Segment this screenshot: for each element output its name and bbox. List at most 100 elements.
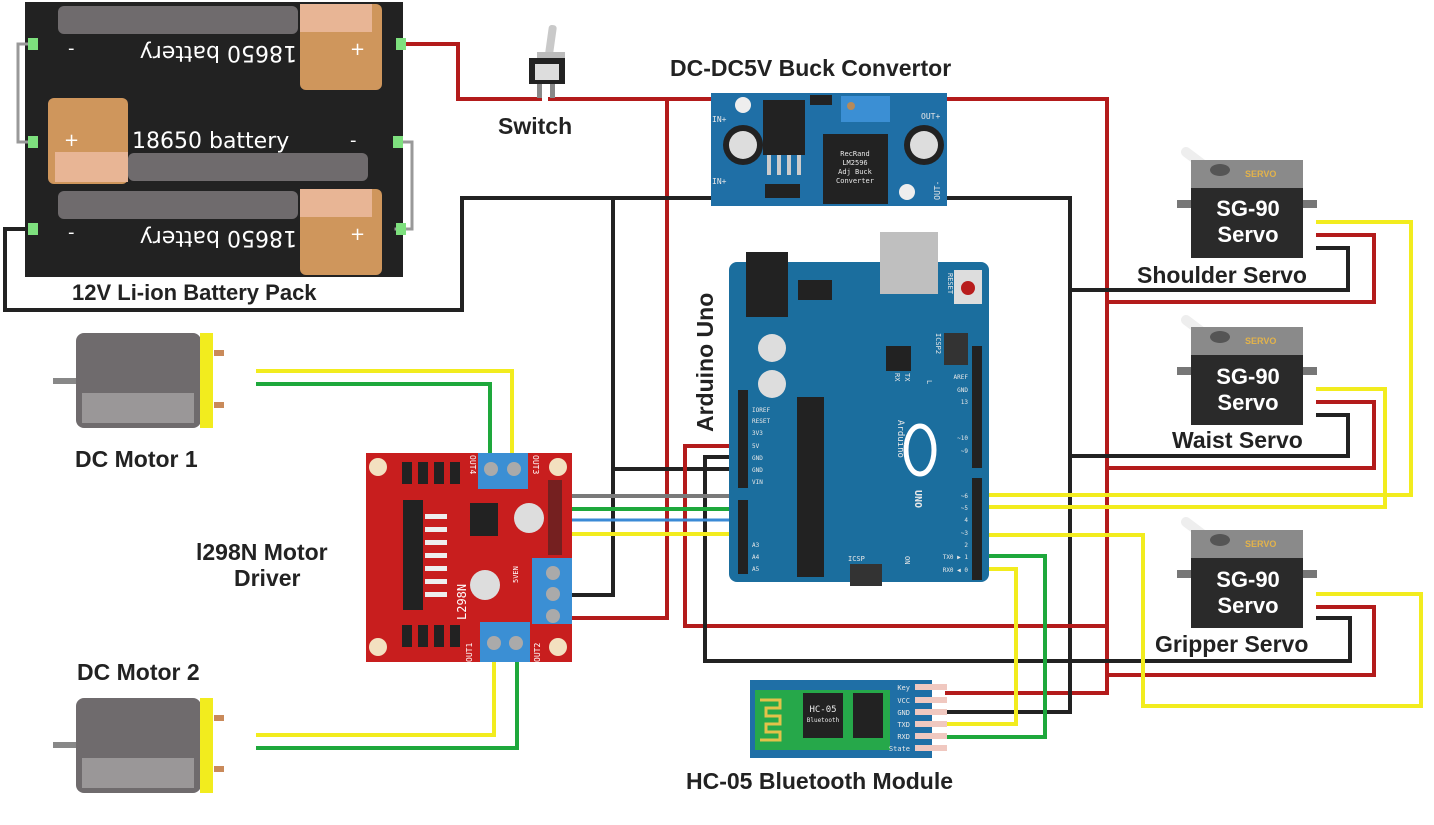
buck-chip-text: Converter bbox=[836, 177, 874, 185]
toggle-switch[interactable]: Switch bbox=[498, 24, 572, 139]
buck-converter: DC-DC5V Buck Convertor RecRand LM2596 Ad… bbox=[670, 55, 951, 206]
buck-pin-out-minus: OUT- bbox=[933, 181, 942, 200]
battery-cell-text: 18650 battery bbox=[140, 225, 297, 250]
digital-pin: TX0 ▶ 1 bbox=[943, 554, 969, 561]
dc-motor-1: DC Motor 1 bbox=[53, 333, 224, 472]
digital-pin: ~5 bbox=[961, 505, 969, 512]
arduino-reset: RESET bbox=[946, 273, 954, 295]
battery-minus: - bbox=[68, 222, 75, 243]
digital-pin: ~6 bbox=[961, 493, 969, 500]
switch-label: Switch bbox=[498, 113, 572, 139]
arduino-label: Arduino Uno bbox=[692, 293, 718, 432]
battery-minus: - bbox=[68, 38, 75, 59]
digital-pin: 13 bbox=[961, 399, 969, 406]
arduino-logo-text: Arduino bbox=[895, 420, 905, 458]
bt-pin: VCC bbox=[897, 697, 910, 705]
driver-label-line1: l298N Motor bbox=[196, 539, 328, 565]
buck-pin-in-plus: IN+ bbox=[712, 115, 727, 124]
motor-2-label: DC Motor 2 bbox=[77, 659, 200, 685]
digital-pin: 2 bbox=[964, 542, 968, 549]
power-pin: IOREF bbox=[752, 407, 770, 414]
servo-shoulder: SERVO SG-90 Servo Shoulder Servo bbox=[1137, 147, 1317, 288]
bluetooth-label: HC-05 Bluetooth Module bbox=[686, 768, 953, 794]
bt-pin: GND bbox=[897, 709, 910, 717]
power-pin: GND bbox=[752, 455, 763, 462]
bt-pin: Key bbox=[897, 684, 910, 692]
battery-pack: 18650 battery + - 18650 battery + - 1865… bbox=[16, 2, 414, 305]
bt-chip-text: HC-05 bbox=[809, 705, 836, 715]
digital-pin: GND bbox=[957, 387, 968, 394]
circuit-diagram: 18650 battery + - 18650 battery + - 1865… bbox=[3, 2, 1423, 794]
wire-motor2-a bbox=[256, 658, 496, 737]
l298n-motor-driver: l298N Motor Driver L298N OUT4 OUT3 OUT1 … bbox=[196, 453, 572, 662]
power-pin: VIN bbox=[752, 479, 763, 486]
driver-chip: L298N bbox=[455, 584, 469, 620]
wire-battery-positive bbox=[403, 42, 542, 101]
arduino-uno: Arduino Uno RESET ICSP2 ICSP ON IOREF RE… bbox=[692, 232, 989, 586]
buck-chip-text: Adj Buck bbox=[838, 168, 873, 176]
servo-brand: SERVO bbox=[1245, 169, 1276, 179]
analog-pin: A4 bbox=[752, 554, 760, 561]
digital-pin: ~3 bbox=[961, 530, 969, 537]
arduino-icsp: ICSP bbox=[848, 555, 865, 563]
servo-brand: SERVO bbox=[1245, 539, 1276, 549]
digital-pin: 4 bbox=[964, 517, 968, 524]
wire-bt-rx bbox=[945, 554, 1047, 739]
analog-header bbox=[738, 500, 748, 574]
battery-plus: + bbox=[350, 39, 365, 60]
digital-header-bottom bbox=[972, 478, 982, 580]
terminal-label: OUT3 bbox=[531, 455, 540, 474]
servo-label: Shoulder Servo bbox=[1137, 262, 1307, 288]
led-label: TX bbox=[903, 373, 911, 382]
terminal-label: OUT1 bbox=[465, 643, 474, 662]
dc-motor-2: DC Motor 2 bbox=[53, 659, 224, 793]
bt-pin: TXD bbox=[897, 721, 910, 729]
driver-label-line2: Driver bbox=[234, 565, 301, 591]
power-pin: 3V3 bbox=[752, 430, 763, 437]
bt-pin: RXD bbox=[897, 733, 910, 741]
hc05-bluetooth-module: HC-05 Bluetooth Key VCC GND TXD RXD Stat… bbox=[686, 680, 953, 794]
analog-pin: A3 bbox=[752, 542, 760, 549]
servo-label: Waist Servo bbox=[1172, 427, 1303, 453]
power-pin: GND bbox=[752, 467, 763, 474]
servo-model: Servo bbox=[1217, 593, 1278, 618]
servo-label: Gripper Servo bbox=[1155, 631, 1308, 657]
digital-pin: ~10 bbox=[957, 435, 968, 442]
servo-model: SG-90 bbox=[1216, 364, 1280, 389]
wire-gripper-gnd bbox=[1316, 616, 1352, 663]
digital-pin: RX0 ◀ 0 bbox=[943, 567, 969, 574]
buck-chip-text: LM2596 bbox=[842, 159, 867, 167]
servo-model: Servo bbox=[1217, 390, 1278, 415]
wire-12v-to-driver bbox=[570, 97, 669, 620]
terminal-label: OUT2 bbox=[533, 643, 542, 662]
arduino-on-led: ON bbox=[903, 556, 911, 564]
led-label: L bbox=[925, 380, 933, 384]
battery-cell-text: 18650 battery bbox=[140, 40, 297, 65]
led-label: RX bbox=[893, 373, 901, 382]
servo-model: SG-90 bbox=[1216, 567, 1280, 592]
servo-gripper: SERVO SG-90 Servo Gripper Servo bbox=[1155, 517, 1317, 657]
digital-pin: AREF bbox=[954, 374, 969, 381]
servo-brand: SERVO bbox=[1245, 336, 1276, 346]
bt-pin: State bbox=[889, 745, 910, 753]
buck-chip-text: RecRand bbox=[840, 150, 870, 158]
digital-header-top bbox=[972, 346, 982, 468]
buck-pin-out-plus: OUT+ bbox=[921, 112, 940, 121]
arduino-uno-text: UNO bbox=[912, 490, 923, 508]
buck-label: DC-DC5V Buck Convertor bbox=[670, 55, 951, 81]
battery-plus: + bbox=[350, 224, 365, 245]
power-pin: 5V bbox=[752, 443, 760, 450]
wire-bt-tx bbox=[945, 567, 1018, 726]
servo-model: Servo bbox=[1217, 222, 1278, 247]
power-header bbox=[738, 390, 748, 488]
servo-waist: SERVO SG-90 Servo Waist Servo bbox=[1172, 315, 1317, 453]
battery-cell-text: 18650 battery bbox=[132, 129, 289, 154]
battery-minus: - bbox=[350, 130, 357, 151]
battery-plus: + bbox=[64, 130, 79, 151]
buck-pin-in-minus: IN+ bbox=[712, 177, 727, 186]
motor-1-label: DC Motor 1 bbox=[75, 446, 198, 472]
servo-model: SG-90 bbox=[1216, 196, 1280, 221]
arduino-icsp2: ICSP2 bbox=[934, 333, 942, 354]
power-pin: RESET bbox=[752, 418, 770, 425]
digital-pin: ~9 bbox=[961, 448, 969, 455]
